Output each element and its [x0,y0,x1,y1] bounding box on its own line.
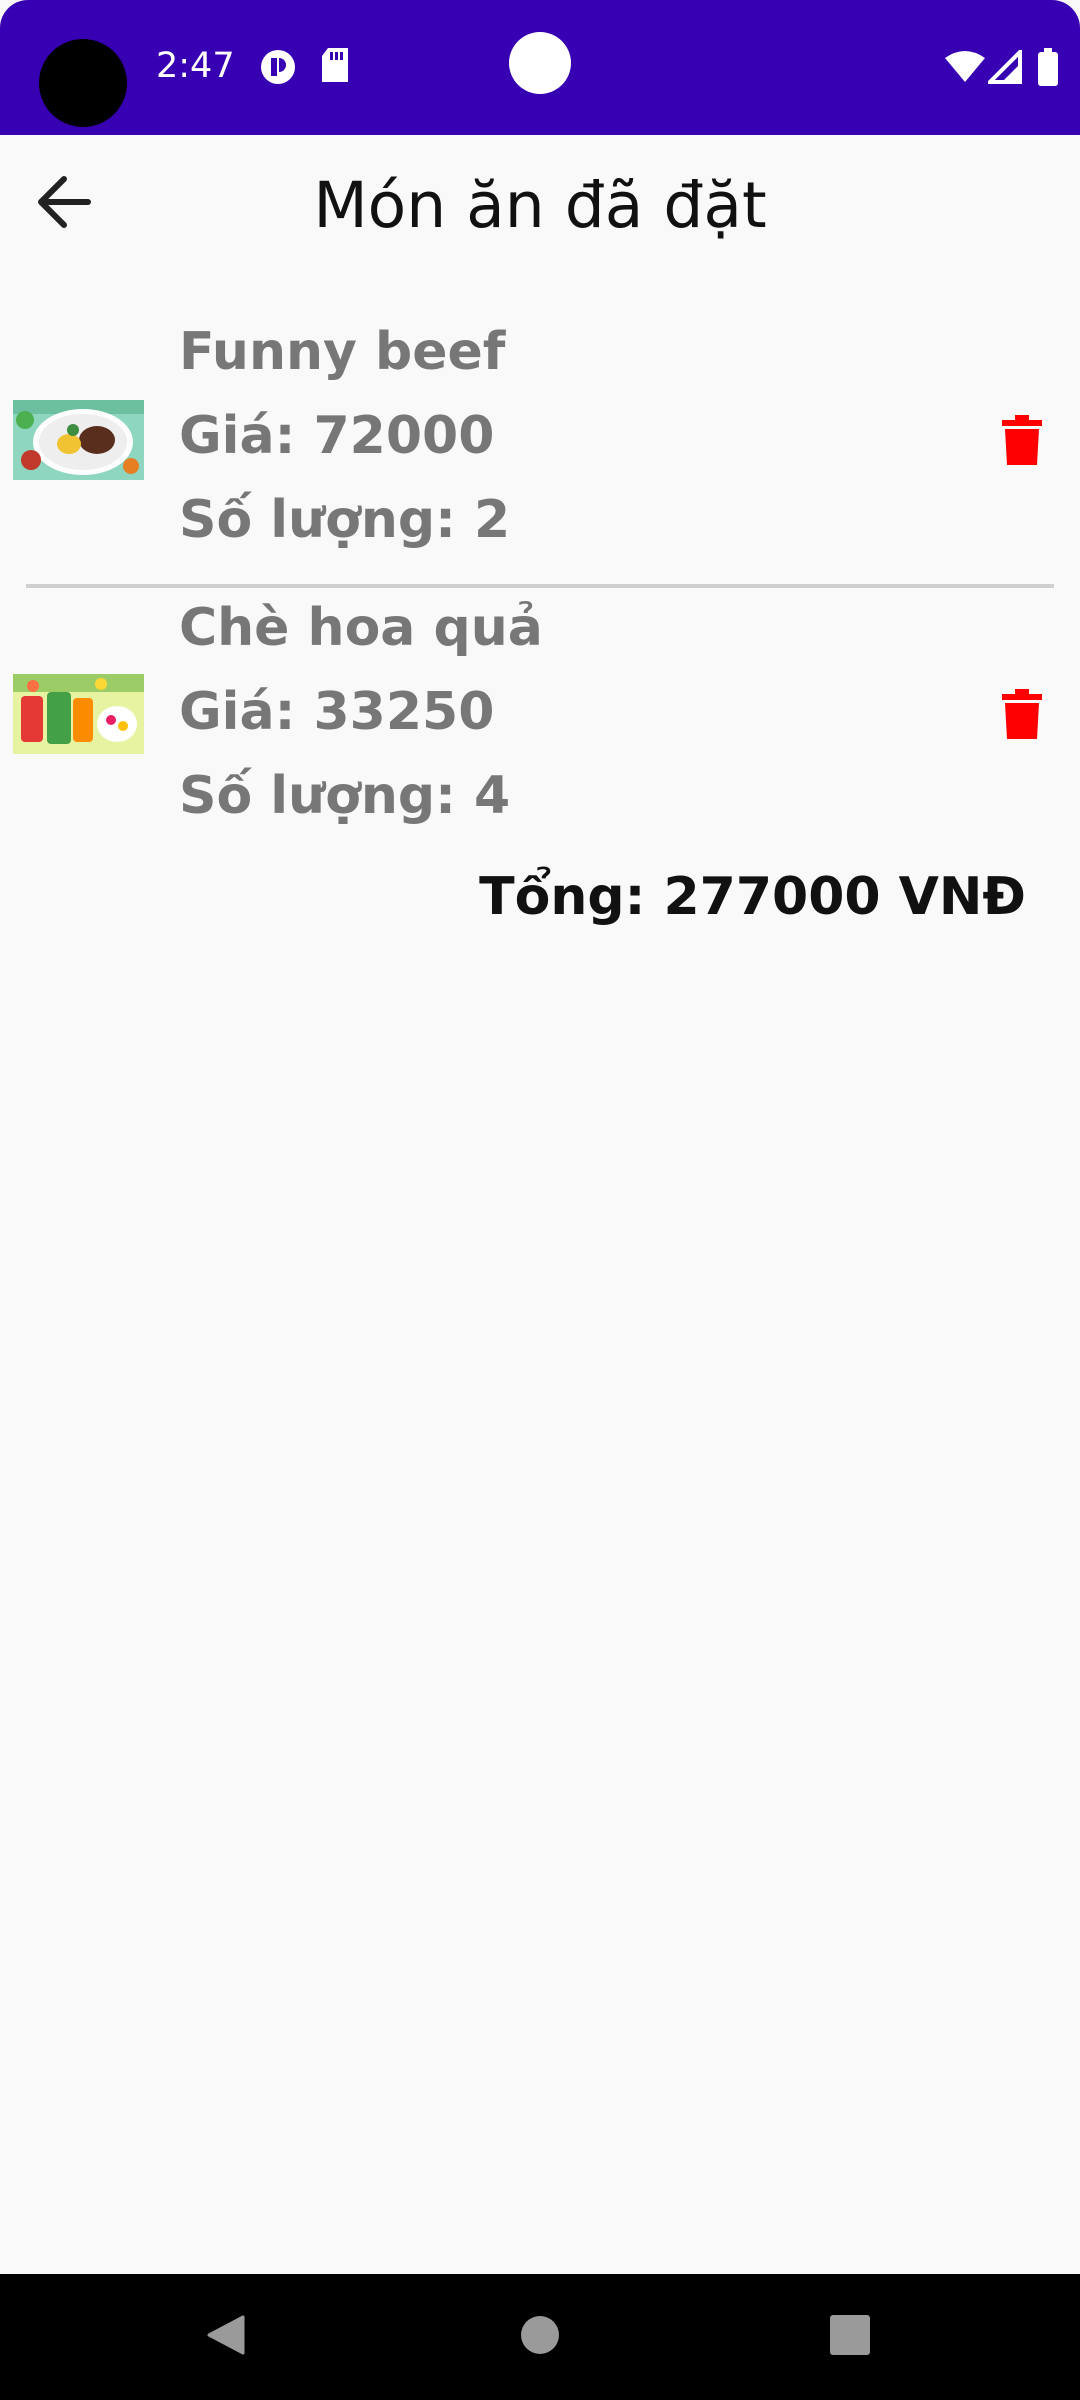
trash-icon [1002,689,1042,743]
page-title: Món ăn đã đặt [313,169,767,242]
wifi-icon [943,50,987,88]
fruit-dessert-thumbnail [13,674,144,754]
item-price: Giá: 72000 [179,406,495,466]
item-name: Funny beef [179,322,506,382]
trash-icon [1002,415,1042,469]
delete-item-button[interactable] [995,686,1049,746]
status-bar: 2:47 [0,0,1080,135]
item-name: Chè hoa quả [179,598,543,658]
sd-card-icon [320,48,350,88]
item-divider [26,584,1054,588]
order-item[interactable]: Chè hoa quả Giá: 33250 Số lượng: 4 [0,596,1080,866]
recents-square-icon [829,2314,871,2360]
order-total: Tổng: 277000 VNĐ [479,867,1026,927]
item-quantity: Số lượng: 2 [179,490,511,550]
navigation-bar [0,2274,1080,2400]
signal-icon [985,47,1022,88]
nav-recents-button[interactable] [807,2294,893,2380]
order-screen: 2:47 Món ăn đã đặt Funny beef Giá: 72000… [0,0,1080,2400]
camera-cutout [39,39,127,127]
nav-back-button[interactable] [182,2294,268,2380]
beef-dish-thumbnail [13,400,144,480]
delete-item-button[interactable] [995,412,1049,472]
status-time: 2:47 [156,46,235,86]
back-triangle-icon [203,2313,247,2361]
media-icon [259,48,297,90]
item-price: Giá: 33250 [179,682,495,742]
nav-home-button[interactable] [497,2294,583,2380]
item-quantity: Số lượng: 4 [179,766,511,826]
home-circle-icon [519,2314,561,2360]
order-item[interactable]: Funny beef Giá: 72000 Số lượng: 2 [0,320,1080,590]
battery-icon [1037,48,1059,90]
front-camera [509,32,571,94]
